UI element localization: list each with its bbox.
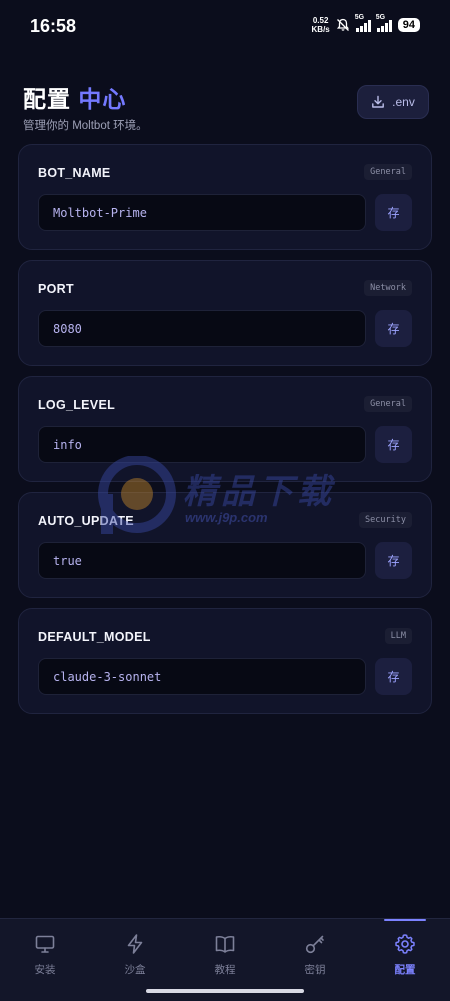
config-category-badge: Network — [364, 280, 412, 296]
status-icons: 0.52 KB/s 5G 5G 94 — [312, 14, 420, 34]
save-button[interactable]: 存 — [375, 426, 412, 463]
config-category-badge: General — [364, 396, 412, 412]
config-value-input[interactable]: claude-3-sonnet — [38, 658, 366, 695]
config-card-default-model: DEFAULT_MODEL LLM claude-3-sonnet 存 — [18, 608, 432, 714]
sim2-label: 5G — [375, 14, 386, 21]
signal-icon-2: 5G — [376, 14, 392, 32]
save-button[interactable]: 存 — [375, 310, 412, 347]
config-value-input[interactable]: Moltbot-Prime — [38, 194, 366, 231]
nav-label: 教程 — [214, 964, 236, 976]
save-button[interactable]: 存 — [375, 194, 412, 231]
config-value-input[interactable]: 8080 — [38, 310, 366, 347]
download-env-button[interactable]: .env — [357, 85, 429, 119]
watermark-url: www.j9p.com — [185, 510, 268, 525]
page-subtitle: 管理你的 Moltbot 环境。 — [23, 120, 148, 132]
download-env-label: .env — [392, 95, 415, 109]
lightning-icon — [127, 934, 143, 954]
sim1-label: 5G — [354, 14, 365, 21]
monitor-icon — [35, 935, 55, 953]
nav-item-config[interactable]: 配置 — [360, 919, 450, 1001]
page-header: 配置 中心 管理你的 Moltbot 环境。 .env — [23, 80, 429, 132]
config-key: DEFAULT_MODEL — [38, 630, 151, 644]
signal-icon: 5G — [355, 14, 371, 32]
nav-label: 密钥 — [304, 964, 326, 976]
save-button[interactable]: 存 — [375, 542, 412, 579]
page-title-main: 配置 — [23, 86, 71, 112]
nav-label: 配置 — [394, 964, 416, 976]
network-speed-value: 0.52 — [312, 16, 329, 25]
config-card-bot-name: BOT_NAME General Moltbot-Prime 存 — [18, 144, 432, 250]
config-key: PORT — [38, 282, 74, 296]
config-category-badge: General — [364, 164, 412, 180]
nav-label: 安装 — [34, 964, 56, 976]
watermark: 精品下载 www.j9p.com — [97, 456, 357, 538]
status-bar: 16:58 0.52 KB/s 5G 5G 94 — [0, 0, 450, 52]
config-card-port: PORT Network 8080 存 — [18, 260, 432, 366]
nav-label: 沙盒 — [124, 964, 146, 976]
bell-muted-icon — [336, 18, 349, 31]
battery-indicator: 94 — [397, 18, 420, 32]
gear-icon — [395, 934, 415, 954]
config-value-input[interactable]: true — [38, 542, 366, 579]
home-indicator[interactable] — [146, 989, 304, 993]
status-time: 16:58 — [30, 16, 77, 36]
config-category-badge: Security — [359, 512, 412, 528]
config-key: BOT_NAME — [38, 166, 111, 180]
key-icon — [305, 935, 324, 954]
network-speed: 0.52 KB/s — [312, 16, 330, 34]
nav-item-install[interactable]: 安装 — [0, 919, 90, 1001]
book-icon — [215, 936, 235, 953]
network-speed-unit: KB/s — [311, 25, 330, 34]
watermark-text: 精品下载 — [183, 473, 335, 511]
watermark-logo-icon — [98, 456, 176, 534]
config-category-badge: LLM — [384, 628, 412, 644]
download-icon — [372, 95, 385, 108]
page-title-accent: 中心 — [78, 86, 127, 112]
config-list: BOT_NAME General Moltbot-Prime 存 PORT Ne… — [18, 144, 432, 724]
config-key: LOG_LEVEL — [38, 398, 116, 412]
save-button[interactable]: 存 — [375, 658, 412, 695]
